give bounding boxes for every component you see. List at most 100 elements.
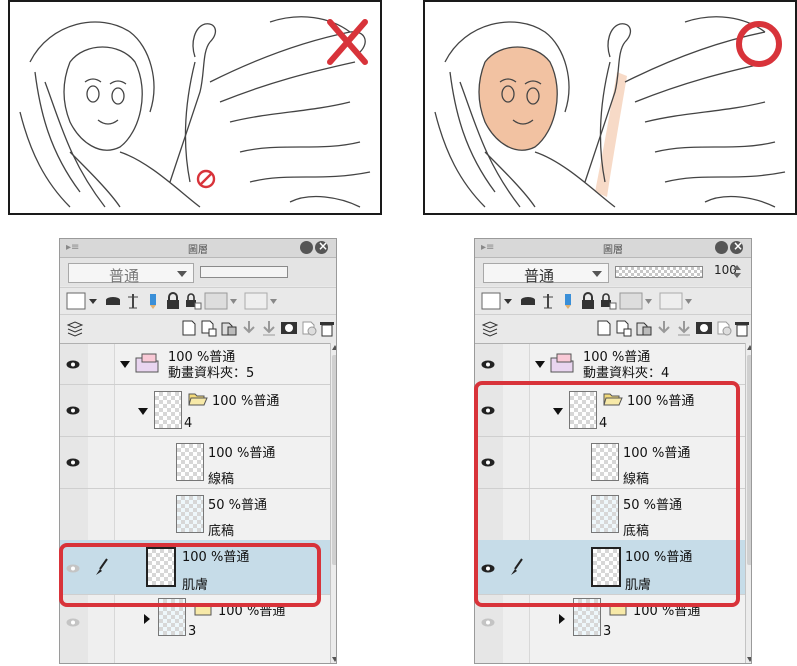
trash-icon[interactable] [733, 319, 751, 337]
reference-layer-icon[interactable] [519, 292, 537, 310]
open-folder-icon [188, 393, 208, 406]
minimize-icon[interactable] [715, 241, 728, 254]
layer-mask-icon[interactable] [695, 319, 713, 337]
layer-stack-icon[interactable] [481, 319, 499, 337]
layer-mode: 普通 [241, 498, 268, 513]
layer-mode: 普通 [249, 446, 276, 461]
layer-thumbnail [154, 391, 182, 429]
transfer-down-icon[interactable] [655, 319, 673, 337]
animation-folder-row[interactable]: 100 %普通 動畫資料夾：5 [60, 344, 330, 385]
layer-name: 線稿 [208, 472, 235, 487]
layer-stack-icon[interactable] [66, 319, 84, 337]
layer-name: 3 [188, 624, 197, 639]
panel-titlebar: ▸≡ 圖層 [475, 239, 751, 258]
draft-layer-icon[interactable] [124, 292, 142, 310]
new-folder-layer-icon[interactable] [220, 319, 238, 337]
transfer-down-icon[interactable] [240, 319, 258, 337]
new-vector-layer-icon[interactable] [200, 319, 218, 337]
blend-row: 普通 100 [475, 258, 751, 286]
panel-titlebar: ▸≡ 圖層 [60, 239, 336, 258]
folder-name: 動畫資料夾：5 [168, 366, 255, 381]
layer-list-scrollbar[interactable] [330, 343, 336, 663]
layer-name: 底稿 [208, 524, 235, 539]
layer-property-toolbar [60, 287, 336, 314]
mask-toggle-icon[interactable] [659, 292, 693, 310]
new-folder-layer-icon[interactable] [635, 319, 653, 337]
no-entry-icon [196, 169, 216, 189]
merge-down-icon[interactable] [260, 319, 278, 337]
mask-toggle-icon[interactable] [244, 292, 278, 310]
apply-mask-icon[interactable] [715, 319, 733, 337]
opacity-slider[interactable] [200, 266, 288, 278]
draft-layer-icon[interactable] [539, 292, 557, 310]
blend-mode-select[interactable]: 普通 [68, 263, 194, 285]
folder-name: 動畫資料夾：4 [583, 366, 670, 381]
circle-mark-icon [736, 21, 782, 67]
layer-percent: 100 % [212, 394, 254, 409]
collapse-toggle-icon[interactable] [120, 361, 130, 368]
layer-list-scrollbar[interactable] [745, 343, 751, 663]
eye-icon[interactable] [66, 360, 80, 369]
blend-row: 普通 [60, 258, 336, 286]
blend-mode-select[interactable]: 普通 [483, 263, 609, 285]
animation-folder-icon [550, 353, 574, 373]
lock-transparency-icon[interactable] [599, 292, 617, 310]
merge-down-icon[interactable] [675, 319, 693, 337]
clipping-icon[interactable] [619, 292, 653, 310]
lock-transparency-icon[interactable] [184, 292, 202, 310]
collapse-toggle-icon[interactable] [535, 361, 545, 368]
artwork-correct-example [423, 0, 797, 215]
lock-icon[interactable] [579, 292, 597, 310]
artwork-wrong-example [8, 0, 382, 215]
new-raster-layer-icon[interactable] [595, 319, 613, 337]
close-icon[interactable] [730, 239, 743, 254]
layer-list: 100 %普通 動畫資料夾：5 100 %普通 4 100 %普通 線稿 50 … [60, 343, 330, 663]
panel-title: 圖層 [603, 245, 623, 256]
layer-name: 4 [184, 416, 193, 431]
trash-icon[interactable] [318, 319, 336, 337]
reference-layer-icon[interactable] [104, 292, 122, 310]
blend-mode-label: 普通 [524, 267, 555, 285]
close-icon[interactable] [315, 239, 328, 254]
sketch-drawing [19, 16, 371, 208]
color-swatch-icon[interactable] [66, 292, 98, 310]
layer-action-toolbar [475, 314, 751, 343]
chevron-down-icon [177, 271, 187, 277]
expand-toggle-icon[interactable] [559, 614, 565, 624]
pencil-icon[interactable] [144, 292, 162, 310]
layer-lineart[interactable]: 100 %普通 線稿 [60, 436, 330, 489]
new-vector-layer-icon[interactable] [615, 319, 633, 337]
minimize-icon[interactable] [300, 241, 313, 254]
eye-hidden-icon[interactable] [481, 618, 495, 627]
pencil-icon[interactable] [559, 292, 577, 310]
eye-icon[interactable] [66, 406, 80, 415]
layer-mode: 普通 [253, 394, 280, 409]
color-swatch-icon[interactable] [481, 292, 513, 310]
layer-sketch[interactable]: 50 %普通 底稿 [60, 488, 330, 541]
collapse-toggle-icon[interactable] [138, 408, 148, 415]
opacity-spinner-icon[interactable] [733, 265, 741, 279]
blend-mode-label: 普通 [109, 267, 140, 285]
expand-toggle-icon[interactable] [144, 614, 150, 624]
lock-icon[interactable] [164, 292, 182, 310]
new-raster-layer-icon[interactable] [180, 319, 198, 337]
layer-action-toolbar [60, 314, 336, 343]
animation-folder-icon [135, 353, 159, 373]
layer-mask-icon[interactable] [280, 319, 298, 337]
layer-folder-4[interactable]: 100 %普通 4 [60, 384, 330, 437]
chevron-down-icon [592, 271, 602, 277]
eye-icon[interactable] [481, 360, 495, 369]
layer-property-toolbar [475, 287, 751, 314]
layer-name: 3 [603, 624, 612, 639]
apply-mask-icon[interactable] [300, 319, 318, 337]
eye-icon[interactable] [66, 458, 80, 467]
cross-mark-icon [327, 19, 368, 65]
layer-percent: 50 % [208, 498, 242, 513]
colored-drawing [434, 16, 786, 208]
highlight-skin-layer-left [59, 543, 321, 607]
animation-folder-row[interactable]: 100 %普通 動畫資料夾：4 [475, 344, 745, 385]
eye-hidden-icon[interactable] [66, 618, 80, 627]
clipping-icon[interactable] [204, 292, 238, 310]
layer-thumbnail [176, 495, 204, 533]
opacity-slider[interactable] [615, 266, 703, 278]
